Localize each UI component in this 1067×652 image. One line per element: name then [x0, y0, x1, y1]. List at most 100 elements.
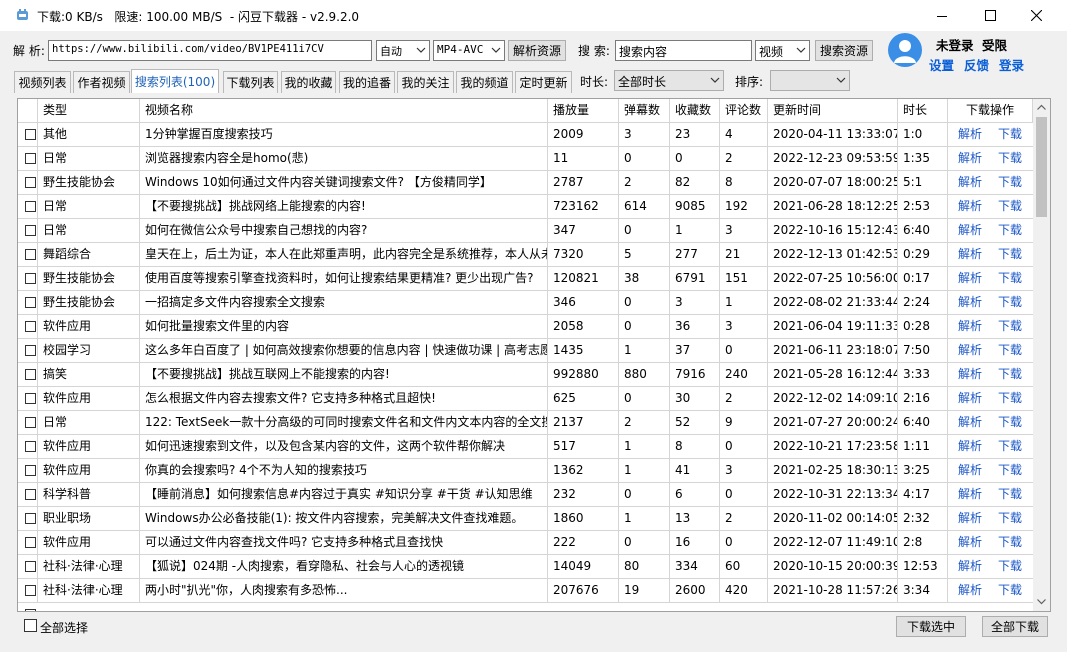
download-link[interactable]: 下载	[998, 195, 1022, 218]
feedback-link[interactable]: 反馈	[964, 55, 989, 74]
download-link[interactable]: 下载	[998, 291, 1022, 314]
tab-author-videos[interactable]: 作者视频	[73, 71, 130, 93]
vertical-scrollbar[interactable]	[1033, 99, 1050, 611]
tab-following-bangumi[interactable]: 我的追番	[339, 71, 395, 93]
header-update-time[interactable]: 更新时间	[768, 99, 898, 123]
table-row[interactable]: 软件应用 怎么根据文件内容去搜索文件? 它支持多种格式且超快! 625 0 30 2 202…	[18, 387, 1033, 411]
download-all-button[interactable]: 全部下载	[982, 616, 1048, 637]
header-duration[interactable]: 时长	[898, 99, 948, 123]
parse-link[interactable]: 解析	[958, 579, 982, 602]
format-select[interactable]: MP4-AVC	[433, 40, 505, 61]
parse-link[interactable]: 解析	[958, 267, 982, 290]
close-button[interactable]	[1013, 0, 1059, 31]
duration-select[interactable]: 全部时长	[614, 70, 724, 91]
table-row[interactable]: 日常 如何在微信公众号中搜索自己想找的内容? 347 0 1 3 2022-10-16 15…	[18, 219, 1033, 243]
parse-link[interactable]: 解析	[958, 339, 982, 362]
download-link[interactable]: 下载	[998, 411, 1022, 434]
header-comments[interactable]: 评论数	[720, 99, 768, 123]
parse-link[interactable]: 解析	[958, 387, 982, 410]
table-row[interactable]: 软件应用 如何迅速搜索到文件，以及包含某内容的文件，这两个软件帮你解决 517 1 8 0…	[18, 435, 1033, 459]
download-link[interactable]: 下载	[998, 531, 1022, 554]
scrollbar-thumb[interactable]	[1036, 117, 1047, 217]
parse-link[interactable]: 解析	[958, 219, 982, 242]
tab-download-list[interactable]: 下载列表	[223, 71, 278, 93]
scroll-up-icon[interactable]	[1037, 104, 1046, 110]
table-row[interactable]: 搞笑 【不要搜挑战】挑战互联网上不能搜索的内容! 992880 880 7916 240 2…	[18, 363, 1033, 387]
parse-link[interactable]: 解析	[958, 411, 982, 434]
table-row[interactable]: 软件应用 可以通过文件内容查找文件吗? 它支持多种格式且查找快 222 0 16 0 202…	[18, 531, 1033, 555]
table-row[interactable]: 野生技能协会 一招搞定多文件内容搜索全文搜索 346 0 3 1 2022-08-02 21…	[18, 291, 1033, 315]
header-danmaku[interactable]: 弹幕数	[619, 99, 670, 123]
search-type-select[interactable]: 视频	[755, 40, 810, 61]
table-row[interactable]: 校园学习 这么多年白百度了 | 如何高效搜索你想要的信息内容 | 快速做功课 | …	[18, 339, 1033, 363]
header-favorites[interactable]: 收藏数	[670, 99, 720, 123]
parse-link[interactable]: 解析	[958, 531, 982, 554]
download-link[interactable]: 下载	[998, 243, 1022, 266]
minimize-button[interactable]	[919, 0, 965, 31]
download-link[interactable]: 下载	[998, 363, 1022, 386]
parse-link[interactable]: 解析	[958, 483, 982, 506]
table-row[interactable]: 日常 浏览器搜索内容全是homo(悲) 11 0 0 2 2022-12-23 09:53:…	[18, 147, 1033, 171]
table-row[interactable]: 其他 1分钟掌握百度搜索技巧 2009 3 23 4 2020-04-11 13:33:07…	[18, 123, 1033, 147]
table-row[interactable]: 野生技能协会 Windows 10如何通过文件内容关键词搜索文件? 【方俊精同学】…	[18, 171, 1033, 195]
download-selected-button[interactable]: 下载选中	[896, 616, 966, 637]
download-link[interactable]: 下载	[998, 483, 1022, 506]
tab-scheduled-update[interactable]: 定时更新	[515, 71, 572, 93]
parse-link[interactable]: 解析	[958, 315, 982, 338]
table-row[interactable]: 职业职场 Windows办公必备技能(1): 按文件内容搜索，完美解决文件查找难题…	[18, 507, 1033, 531]
parse-link[interactable]: 解析	[958, 171, 982, 194]
download-link[interactable]: 下载	[998, 435, 1022, 458]
tab-search-list[interactable]: 搜索列表(100)	[131, 69, 219, 93]
mode-select[interactable]: 自动	[376, 40, 430, 61]
download-link[interactable]: 下载	[998, 459, 1022, 482]
sort-select[interactable]	[770, 70, 850, 91]
download-link[interactable]: 下载	[998, 171, 1022, 194]
parse-link[interactable]: 解析	[958, 435, 982, 458]
tab-channels[interactable]: 我的频道	[456, 71, 513, 93]
header-plays[interactable]: 播放量	[548, 99, 619, 123]
tab-video-list[interactable]: 视频列表	[14, 71, 71, 93]
download-link[interactable]: 下载	[998, 267, 1022, 290]
table-row[interactable]: 日常 122: TextSeek一款十分高级的可同时搜索文件名和文件内文本内容的全…	[18, 411, 1033, 435]
row-checkbox[interactable]	[25, 609, 36, 611]
table-row[interactable]: 软件应用 如何批量搜索文件里的内容 2058 0 36 3 2021-06-04 19:11…	[18, 315, 1033, 339]
login-link[interactable]: 登录	[999, 55, 1024, 74]
parse-link[interactable]: 解析	[958, 555, 982, 578]
download-link[interactable]: 下载	[998, 387, 1022, 410]
search-input[interactable]: 搜索内容	[615, 40, 752, 61]
avatar[interactable]	[888, 33, 922, 67]
header-type[interactable]: 类型	[38, 99, 140, 123]
download-link[interactable]: 下载	[998, 507, 1022, 530]
parse-link[interactable]: 解析	[958, 459, 982, 482]
table-row[interactable]: 软件应用 你真的会搜索吗? 4个不为人知的搜索技巧 1362 1 41 3 2021-02-…	[18, 459, 1033, 483]
search-resource-button[interactable]: 搜索资源	[815, 40, 873, 61]
table-row[interactable]: 社科·法律·心理 【狐说】024期 -人肉搜索，看穿隐私、社会与人心的透视镜 140…	[18, 555, 1033, 579]
download-link[interactable]: 下载	[998, 123, 1022, 146]
parse-link[interactable]: 解析	[958, 243, 982, 266]
url-input[interactable]: https://www.bilibili.com/video/BV1PE411i…	[48, 40, 372, 61]
download-link[interactable]: 下载	[998, 315, 1022, 338]
parse-link[interactable]: 解析	[958, 195, 982, 218]
download-link[interactable]: 下载	[998, 147, 1022, 170]
select-all-label[interactable]: 全部选择	[40, 619, 88, 636]
scroll-down-icon[interactable]	[1037, 599, 1046, 605]
download-link[interactable]: 下载	[998, 579, 1022, 602]
select-all-checkbox[interactable]	[24, 619, 37, 632]
table-row[interactable]: 舞蹈综合 皇天在上，后土为证，本人在此郑重声明，此内容完全是系统推荐，本人从未搜索…	[18, 243, 1033, 267]
parse-resource-button[interactable]: 解析资源	[508, 40, 566, 61]
download-link[interactable]: 下载	[998, 339, 1022, 362]
settings-link[interactable]: 设置	[929, 55, 954, 74]
table-row[interactable]: 野生技能协会 使用百度等搜索引擎查找资料时，如何让搜索结果更精准? 更少出现广告?…	[18, 267, 1033, 291]
table-row[interactable]: 日常 【不要搜挑战】挑战网络上能搜索的内容! 723162 614 9085 192 202…	[18, 195, 1033, 219]
table-row[interactable]: 科学科普 【睡前消息】如何搜索信息#内容过于真实 #知识分享 #干货 #认知思维 2…	[18, 483, 1033, 507]
tab-favorites[interactable]: 我的收藏	[281, 71, 336, 93]
download-link[interactable]: 下载	[998, 555, 1022, 578]
header-title[interactable]: 视频名称	[140, 99, 548, 123]
download-link[interactable]: 下载	[998, 219, 1022, 242]
parse-link[interactable]: 解析	[958, 123, 982, 146]
parse-link[interactable]: 解析	[958, 363, 982, 386]
parse-link[interactable]: 解析	[958, 507, 982, 530]
tab-followed[interactable]: 我的关注	[397, 71, 454, 93]
parse-link[interactable]: 解析	[958, 291, 982, 314]
maximize-button[interactable]	[967, 0, 1013, 31]
